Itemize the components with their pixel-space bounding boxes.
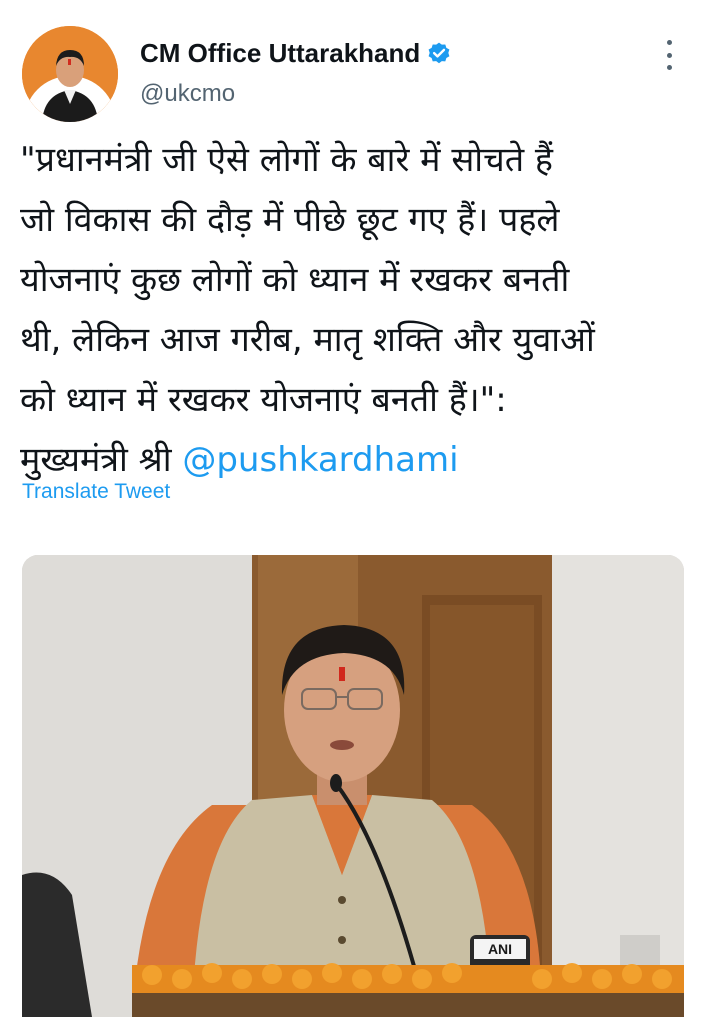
tweet[interactable]: CM Office Uttarakhand @ukcmo "प्रधानमंत्… [0, 0, 705, 1017]
tweet-line: "प्रधानमंत्री जी ऐसे लोगों के बारे में स… [20, 140, 553, 180]
tweet-line: जो विकास की दौड़ में पीछे छूट गए हैं। पह… [20, 200, 560, 240]
more-options-icon[interactable] [657, 40, 681, 70]
microphone-label: ANI [488, 941, 512, 957]
verified-badge-icon [426, 41, 452, 67]
tweet-text: "प्रधानमंत्री जी ऐसे लोगों के बारे में स… [20, 130, 685, 490]
display-name[interactable]: CM Office Uttarakhand [140, 38, 420, 69]
account-handle[interactable]: @ukcmo [140, 80, 235, 108]
mention-link[interactable]: @pushkardhami [182, 440, 458, 480]
avatar[interactable] [22, 26, 118, 122]
tweet-line: योजनाएं कुछ लोगों को ध्यान में रखकर बनती [20, 260, 570, 300]
tweet-photo[interactable]: ANI [22, 555, 684, 1017]
tweet-line: थी, लेकिन आज गरीब, मातृ शक्ति और युवाओं [20, 320, 595, 360]
tweet-line: को ध्यान में रखकर योजनाएं बनती हैं।": [20, 380, 507, 420]
account-name-row: CM Office Uttarakhand [140, 38, 452, 69]
translate-tweet-link[interactable]: Translate Tweet [22, 480, 170, 504]
tweet-text-prefix: मुख्यमंत्री श्री [20, 440, 183, 480]
